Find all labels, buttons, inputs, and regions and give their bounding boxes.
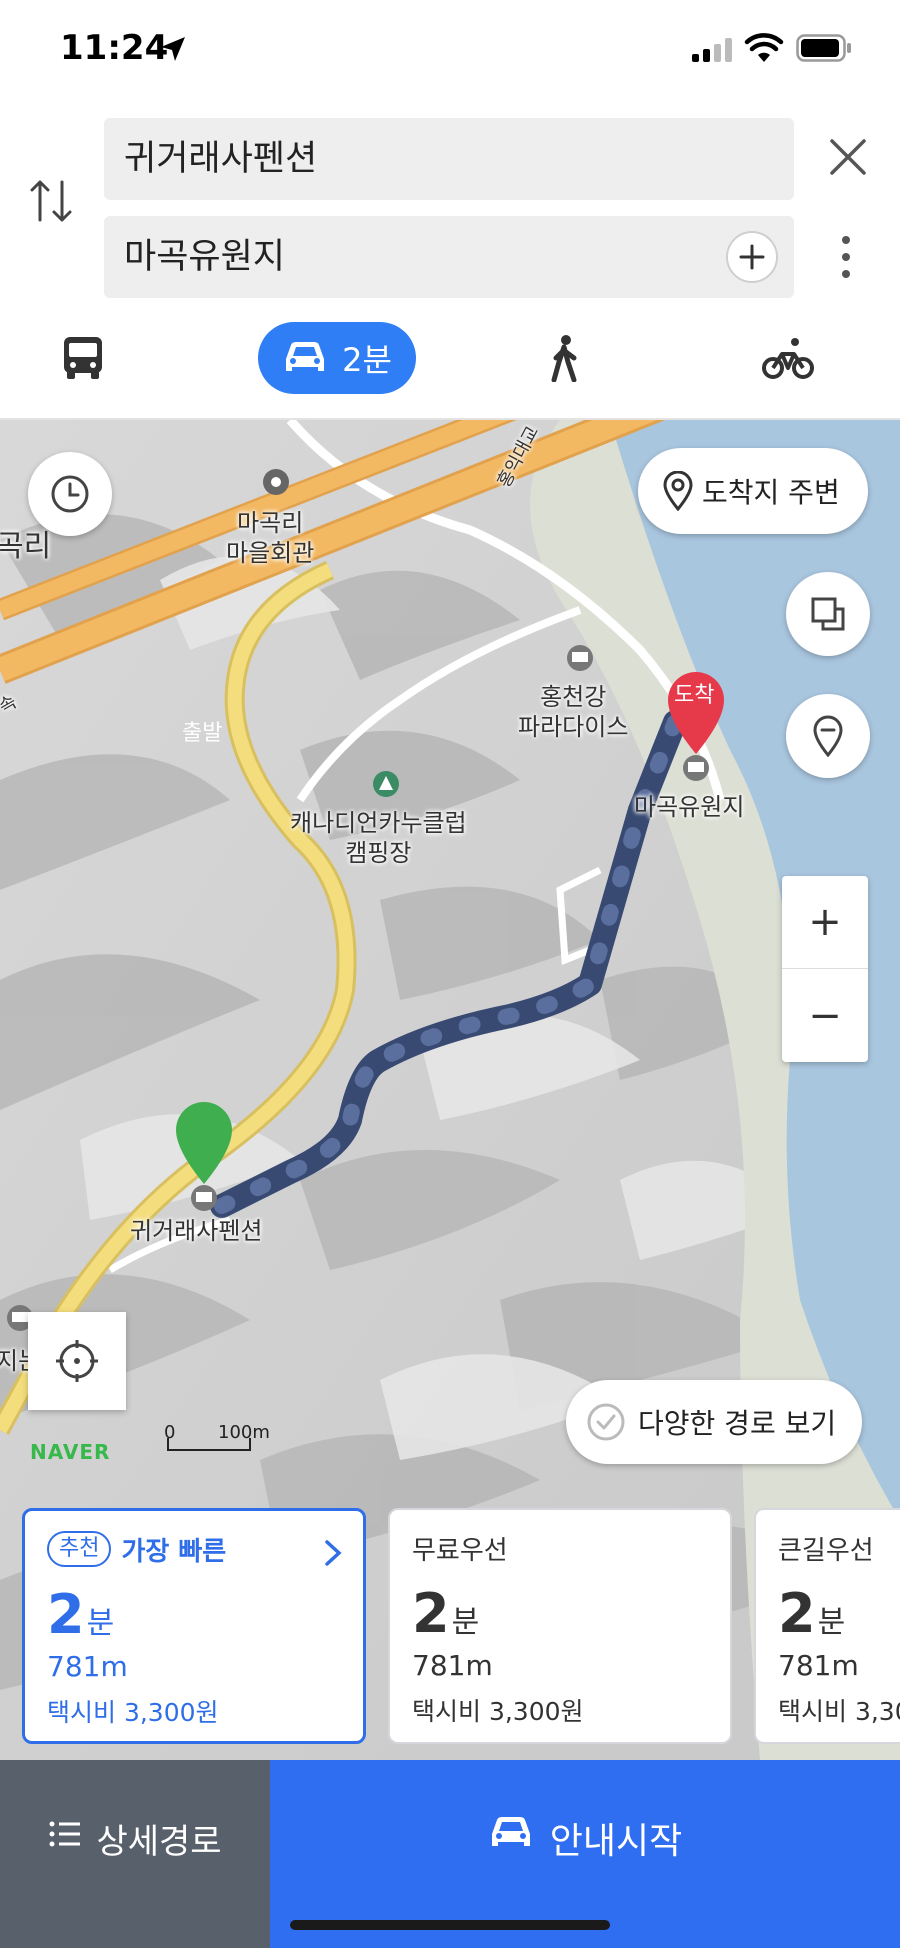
route-distance: 781m [47,1650,128,1683]
crosshair-icon [56,1340,98,1382]
destination-field[interactable]: 마곡유원지 [104,216,794,298]
poi-hongcheon-paradise[interactable]: 홍천강 파라다이스 [518,682,628,742]
close-icon[interactable] [826,135,870,179]
layers-icon [811,597,845,631]
zoom-control: + − [782,876,868,1062]
recommend-badge: 추천 [47,1531,112,1567]
arrival-area-button[interactable]: 도착지 주변 [638,448,868,534]
route-card-free[interactable]: 무료우선 2 분 781m 택시비 3,300원 [388,1508,732,1744]
status-time: 11:24 [60,28,169,68]
route-fare: 택시비 3,30 [778,1697,900,1726]
naver-logo: NAVER [30,1440,111,1464]
car-time-label: 2분 [342,341,392,379]
location-arrow-icon [161,37,185,61]
route-name: 가장 빠른 [121,1536,227,1567]
tab-bike[interactable] [760,318,816,398]
cellular-signal-icon [692,36,732,62]
tab-car[interactable]: 2분 [258,322,416,394]
tab-transit[interactable] [50,318,116,398]
tab-walk[interactable] [540,318,590,398]
clock-icon [51,475,89,513]
route-card-fastest[interactable]: 추천 가장 빠른 2 분 781m 택시비 3,300원 [22,1508,366,1744]
zoom-in-button[interactable]: + [782,876,868,969]
route-fare: 택시비 3,300원 [47,1698,219,1727]
layers-button[interactable] [786,572,870,656]
end-marker-label: 도착 [674,683,715,708]
zoom-out-button[interactable]: − [782,969,868,1062]
route-time-value: 2 [778,1582,816,1645]
destination-text: 마곡유원지 [124,237,286,277]
list-icon [49,1821,81,1847]
more-options-icon[interactable] [836,232,856,282]
route-search-header: 귀거래사펜션 마곡유원지 2분 [0,100,900,420]
poi-canoe-camp[interactable]: 캐나디언카누클럽 캠핑장 [290,808,467,868]
route-options: 추천 가장 빠른 2 분 781m 택시비 3,300원 무료우선 2 분 78… [0,1500,900,1760]
various-routes-label: 다양한 경로 보기 [638,1407,837,1440]
current-location-button[interactable] [28,1312,126,1410]
location-pin-icon [813,715,843,757]
marker-button[interactable] [786,694,870,778]
car-icon [286,342,325,371]
route-distance: 781m [778,1649,859,1682]
plus-icon [739,244,765,270]
history-button[interactable] [28,452,112,536]
route-time-unit: 분 [451,1605,480,1640]
start-marker-label: 출발 [182,721,223,746]
poi-village-hall[interactable]: 마곡리 마을회관 [226,508,314,568]
route-time-value: 2 [412,1582,450,1645]
add-waypoint-button[interactable] [726,231,778,283]
car-icon [491,1817,530,1846]
scale-zero: 0 [164,1422,176,1443]
poi-village-edge: 곡리 [0,529,52,564]
poi-origin[interactable]: 귀거래사펜션 [130,1216,262,1246]
chevron-right-icon [325,1540,342,1566]
scale-label: 100m [218,1422,270,1443]
battery-icon [796,34,851,62]
status-bar: 11:24 [0,0,900,100]
route-time-unit: 분 [86,1606,115,1641]
swap-icon[interactable] [28,176,74,226]
walk-icon [551,335,577,382]
various-routes-button[interactable]: 다양한 경로 보기 [566,1380,862,1464]
bus-icon [64,337,102,379]
poi-destination[interactable]: 마곡유원지 [634,792,744,822]
route-time-value: 2 [47,1583,85,1646]
origin-field[interactable]: 귀거래사펜션 [104,118,794,200]
check-circle-icon [587,1403,625,1441]
pin-icon [663,471,693,511]
route-detail-label: 상세경로 [96,1822,222,1862]
arrival-area-label: 도착지 주변 [702,476,840,509]
bike-icon [762,338,814,379]
transport-mode-tabs: 2분 [0,318,900,398]
route-card-main-road[interactable]: 큰길우선 2 분 781m 택시비 3,30 [754,1508,900,1744]
route-fare: 택시비 3,300원 [412,1697,584,1726]
route-time-unit: 분 [817,1605,846,1640]
route-name: 무료우선 [412,1535,508,1566]
route-distance: 781m [412,1649,493,1682]
route-detail-button[interactable]: 상세경로 [0,1760,270,1948]
route-name: 큰길우선 [778,1535,874,1566]
home-indicator [290,1920,610,1930]
wifi-icon [744,33,784,62]
